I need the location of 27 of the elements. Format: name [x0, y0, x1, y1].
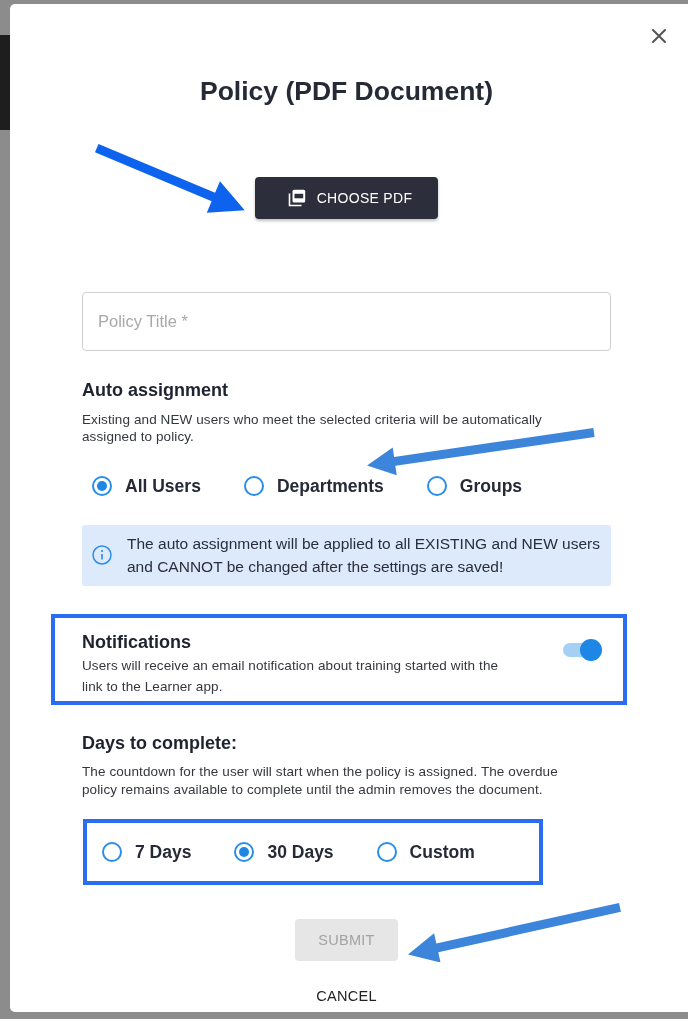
policy-title-field[interactable]: Policy Title * — [82, 292, 611, 351]
radio-option[interactable]: Departments — [243, 475, 384, 497]
radio-icon[interactable] — [243, 476, 264, 496]
radio-option[interactable]: Groups — [426, 475, 523, 497]
notice-text: The auto assignment will be applied to all EXISTING and NEW users and CANNOT be changed after the settings are saved! — [127, 534, 601, 577]
radio-icon[interactable] — [92, 476, 112, 496]
section-heading: Days to complete: — [82, 732, 239, 754]
radio-option[interactable]: 7 Days — [102, 841, 192, 863]
section-description: Users will receive an email notification about training started with the link to the Learner app. — [82, 657, 500, 696]
cancel-link[interactable]: CANCEL — [316, 987, 377, 1005]
radio-icon[interactable] — [102, 842, 122, 862]
dialog-title: Policy (PDF Document) — [199, 75, 494, 107]
toggle-switch[interactable] — [562, 639, 602, 661]
close-icon[interactable] — [652, 29, 666, 43]
radio-option[interactable]: All Users — [92, 475, 201, 497]
choose-pdf-button[interactable]: CHOOSE PDF — [254, 177, 439, 219]
section-description: The countdown for the user will start when the policy is assigned. The overdue policy remains available to complete until the admin removes the document. — [82, 763, 559, 799]
radio-option[interactable]: 30 Days — [234, 841, 334, 863]
radio-icon[interactable] — [426, 476, 447, 496]
radio-option[interactable]: Custom — [376, 841, 475, 863]
section-heading: Notifications — [82, 631, 192, 653]
radio-icon[interactable] — [234, 842, 255, 862]
info-icon — [92, 545, 112, 565]
section-description: Existing and NEW users who meet the selected criteria will be automatically assigned to policy. — [82, 411, 543, 445]
radio-icon[interactable] — [376, 842, 397, 862]
section-heading: Auto assignment — [82, 379, 229, 401]
stacked-pages-icon — [287, 189, 306, 207]
